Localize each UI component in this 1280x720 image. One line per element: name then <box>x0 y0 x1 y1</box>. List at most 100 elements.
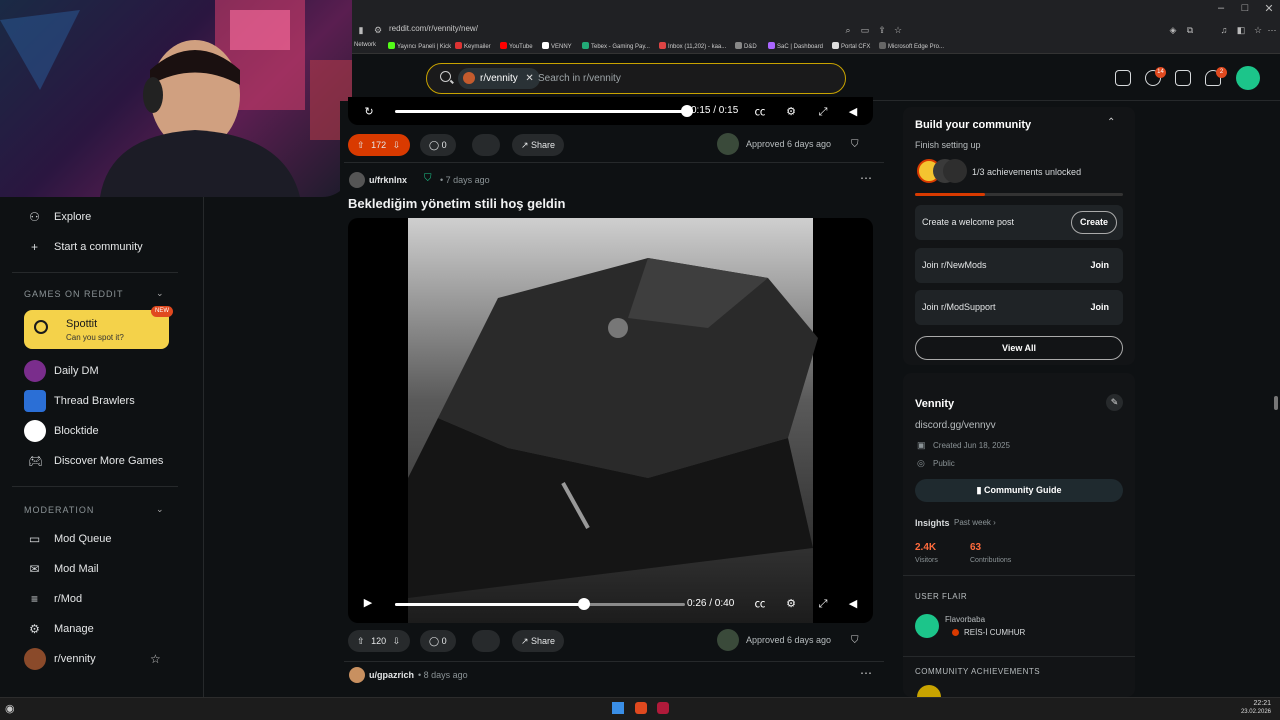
page-scrollbar[interactable] <box>1272 101 1280 697</box>
create-post-icon[interactable] <box>1175 70 1191 86</box>
vote-control[interactable]: ⇧ 172 ⇩ <box>348 134 410 156</box>
view-all-button[interactable]: View All <box>915 336 1123 360</box>
brave-browser-icon[interactable] <box>635 702 647 714</box>
address-bar: ▮ ⚙ reddit.com/r/vennity/new/ ⌕ ▭ ⇪ ☆ ◈ … <box>352 20 1280 40</box>
fullscreen-icon[interactable]: ⤢ <box>816 597 830 611</box>
post-title[interactable]: Beklediğim yönetim stili hoş geldin <box>348 196 565 211</box>
user-avatar[interactable] <box>1236 66 1260 90</box>
comment-icon: ◯ <box>429 140 442 150</box>
share-button[interactable]: ↗ Share <box>512 630 565 652</box>
start-icon[interactable] <box>612 702 624 714</box>
maximize-icon[interactable]: □ <box>1234 2 1256 14</box>
chevron-up-icon[interactable]: ⌃ <box>1107 117 1115 128</box>
bookmark-item[interactable]: SaC | Dashboard <box>768 42 823 50</box>
favorite-icon[interactable]: ☆ <box>892 24 904 36</box>
join-button[interactable]: Join <box>1090 302 1109 312</box>
bookmark-item[interactable]: YouTube <box>500 42 533 50</box>
achievement-locked-icon <box>943 159 967 183</box>
volume-icon[interactable]: ◀ <box>846 597 860 611</box>
nav-label: Mod Mail <box>54 563 99 575</box>
spottit-game-card[interactable]: Spottit Can you spot it? NEW <box>24 306 173 349</box>
settings-icon[interactable]: ⚙ <box>784 597 798 611</box>
join-button[interactable]: Join <box>1090 260 1109 270</box>
flair-emoji-icon <box>952 629 959 636</box>
downvote-icon[interactable]: ⇩ <box>393 140 401 150</box>
more-options-icon[interactable]: ⋯ <box>860 171 872 185</box>
spottit-title: Spottit <box>66 318 98 330</box>
bookmark-item[interactable]: Network <box>354 42 376 48</box>
play-icon[interactable]: ▶ <box>361 596 375 610</box>
approved-status: Approved 6 days ago <box>746 139 832 149</box>
search-bar[interactable]: r/vennity ✕ Search in r/vennity <box>426 63 846 94</box>
bookmark-item[interactable]: Microsoft Edge Pro... <box>879 42 944 50</box>
post-author[interactable]: u/gpazrich <box>369 670 414 680</box>
video-scrubber[interactable] <box>577 598 590 610</box>
minimize-icon[interactable]: – <box>1210 2 1232 14</box>
shield-icon[interactable]: ⛉ <box>851 139 859 150</box>
settings-icon[interactable]: ⚙ <box>784 105 798 119</box>
award-button[interactable] <box>472 630 500 652</box>
edit-icon[interactable]: ✎ <box>1106 394 1123 411</box>
captions-icon[interactable]: ㏄ <box>753 597 767 611</box>
volume-icon[interactable]: ◀ <box>846 105 860 119</box>
app-icon[interactable] <box>657 702 669 714</box>
extension-icon[interactable]: ◈ <box>1167 24 1179 36</box>
bookmark-item[interactable]: VENNY <box>542 42 572 50</box>
collections-icon[interactable]: ♫ <box>1218 24 1230 36</box>
ads-icon[interactable] <box>1115 70 1131 86</box>
upvote-icon[interactable]: ⇧ <box>357 140 365 150</box>
author-avatar[interactable] <box>349 667 365 683</box>
vote-control[interactable]: ⇧ 120 ⇩ <box>348 630 410 652</box>
nav-label: r/vennity <box>54 653 96 665</box>
more-menu-icon[interactable]: ⋯ <box>1266 24 1278 36</box>
zoom-icon[interactable]: ⌕ <box>842 24 854 36</box>
bookmark-icon[interactable]: ▮ <box>355 24 367 36</box>
replay-icon[interactable]: ↻ <box>362 105 376 119</box>
chevron-down-icon[interactable]: ⌄ <box>156 504 164 515</box>
url-text[interactable]: reddit.com/r/vennity/new/ <box>389 24 478 33</box>
share-page-icon[interactable]: ⇪ <box>876 24 888 36</box>
award-button[interactable] <box>472 134 500 156</box>
close-window-icon[interactable]: ✕ <box>1258 2 1280 15</box>
captions-icon[interactable]: ㏄ <box>753 105 767 119</box>
comments-button[interactable]: ◯ 0 <box>420 134 456 156</box>
fullscreen-icon[interactable]: ⤢ <box>816 105 830 119</box>
insights-range[interactable]: Past week › <box>954 518 996 527</box>
upvote-icon[interactable]: ⇧ <box>357 636 365 646</box>
post-video-player[interactable]: ▶ 0:26 / 0:40 ㏄ ⚙ ⤢ ◀ <box>348 218 873 623</box>
more-options-icon[interactable]: ⋯ <box>860 666 872 680</box>
community-guide-button[interactable]: ▮ Community Guide <box>915 479 1123 502</box>
scrollbar-thumb[interactable] <box>1274 396 1278 410</box>
right-sidebar: Build your community ⌃ Finish setting up… <box>903 101 1135 697</box>
share-button[interactable]: ↗ Share <box>512 134 565 156</box>
clock-time: 22:21 <box>1253 700 1271 707</box>
bookmark-item[interactable]: Tebex - Gaming Pay... <box>582 42 650 50</box>
top-video-player[interactable]: ↻ 0:15 / 0:15 ㏄ ⚙ ⤢ ◀ <box>348 97 873 125</box>
bookmark-item[interactable]: Portal CFX <box>832 42 870 50</box>
split-screen-icon[interactable]: ◧ <box>1235 24 1247 36</box>
widgets-icon[interactable]: ◉ <box>5 702 15 715</box>
star-icon[interactable]: ☆ <box>150 652 161 666</box>
nav-start-community-label: Start a community <box>54 241 143 253</box>
chevron-down-icon[interactable]: ⌄ <box>156 288 164 299</box>
search-scope-chip[interactable]: r/vennity ✕ <box>458 68 540 89</box>
author-avatar[interactable] <box>349 172 365 188</box>
downvote-icon[interactable]: ⇩ <box>393 636 401 646</box>
extensions-icon[interactable]: ⧉ <box>1184 24 1196 36</box>
post-author[interactable]: u/frknlnx <box>369 175 407 185</box>
video-progress[interactable] <box>395 110 685 113</box>
bookmark-item[interactable]: Keymailer <box>455 42 491 50</box>
bookmark-item[interactable]: D&D <box>735 42 757 50</box>
shield-icon[interactable]: ⛉ <box>851 635 859 646</box>
bookmark-item[interactable]: Inbox (11,202) - kaa... <box>659 42 726 50</box>
search-input[interactable]: Search in r/vennity <box>538 73 621 84</box>
blocktide-icon <box>24 420 46 442</box>
site-info-icon[interactable]: ⚙ <box>372 24 384 36</box>
comments-button[interactable]: ◯ 0 <box>420 630 456 652</box>
favorites-bar-icon[interactable]: ☆ <box>1252 24 1264 36</box>
cake-icon: ▣ <box>917 440 926 450</box>
screen-icon[interactable]: ▭ <box>859 24 871 36</box>
bookmark-item[interactable]: Yayıncı Paneli | Kick <box>388 42 451 50</box>
clear-scope-icon[interactable]: ✕ <box>525 68 533 89</box>
create-button[interactable]: Create <box>1070 211 1117 234</box>
